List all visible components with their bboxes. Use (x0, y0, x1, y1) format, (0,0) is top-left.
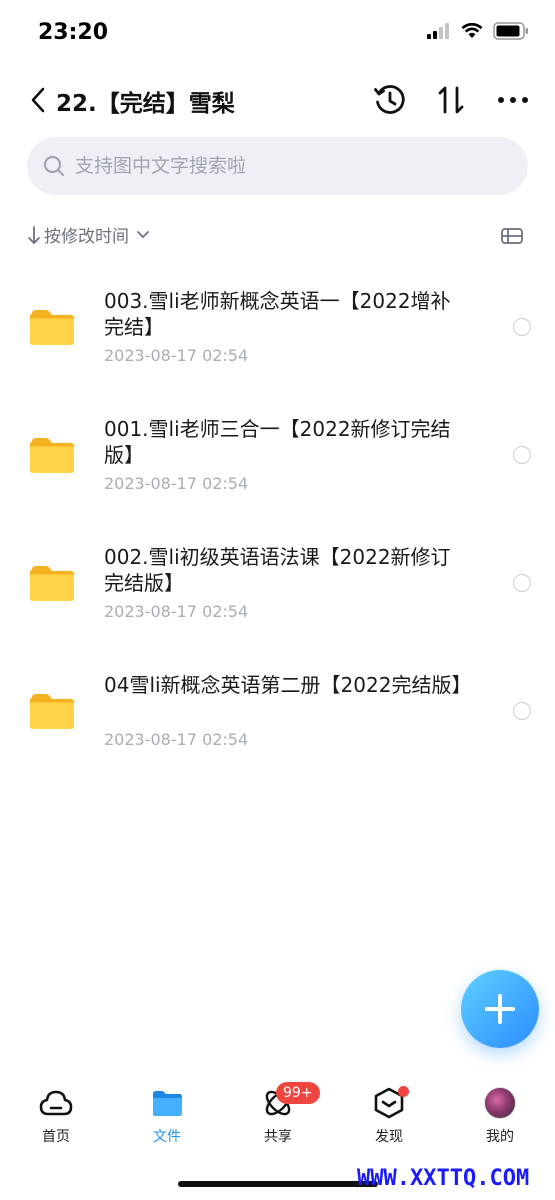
sort-dropdown[interactable]: 按修改时间 (27, 222, 151, 247)
tab-discover[interactable]: 发现 (349, 1086, 429, 1156)
select-radio[interactable] (513, 574, 531, 592)
sort-button[interactable] (431, 80, 471, 120)
avatar-icon (483, 1086, 517, 1120)
bottom-tab-bar: 首页 文件 共享 99+ 发现 我的 (0, 1078, 555, 1158)
file-name: 003.雪li老师新概念英语一【2022增补完结】 (104, 289, 451, 339)
sort-label: 按修改时间 (44, 227, 129, 247)
signal-icon (427, 23, 449, 39)
tab-files[interactable]: 文件 (127, 1086, 207, 1156)
status-bar: 23:20 (0, 0, 555, 64)
tab-label: 首页 (42, 1129, 70, 1145)
avatar (484, 1087, 516, 1119)
tab-label: 文件 (153, 1129, 181, 1145)
more-button[interactable] (493, 80, 533, 120)
search-input[interactable] (75, 155, 495, 177)
file-name: 001.雪li老师三合一【2022新修订完结版】 (104, 417, 451, 467)
tab-profile[interactable]: 我的 (460, 1086, 540, 1156)
select-radio[interactable] (513, 702, 531, 720)
tab-label: 共享 (264, 1129, 292, 1145)
file-item[interactable]: 001.雪li老师三合一【2022新修订完结版】 2023-08-17 02:5… (0, 396, 555, 524)
back-button[interactable] (30, 82, 54, 118)
view-toggle-button[interactable] (500, 224, 524, 248)
file-list: 003.雪li老师新概念英语一【2022增补完结】 2023-08-17 02:… (0, 268, 555, 780)
arrow-down-icon (28, 225, 40, 244)
folder-icon (30, 438, 74, 473)
file-item[interactable]: 002.雪li初级英语语法课【2022新修订完结版】 2023-08-17 02… (0, 524, 555, 652)
search-icon (43, 155, 65, 177)
file-date: 2023-08-17 02:54 (104, 474, 249, 493)
add-button[interactable] (461, 970, 539, 1048)
battery-icon (493, 22, 528, 40)
file-date: 2023-08-17 02:54 (104, 730, 249, 749)
select-radio[interactable] (513, 318, 531, 336)
header: 22.【完结】雪梨 (0, 72, 555, 128)
status-time: 23:20 (38, 20, 109, 45)
select-radio[interactable] (513, 446, 531, 464)
wifi-icon (461, 23, 483, 38)
tab-label: 我的 (486, 1129, 514, 1145)
tab-share[interactable]: 共享 99+ (238, 1082, 320, 1156)
chevron-down-icon (137, 230, 149, 238)
sort-row: 按修改时间 (27, 222, 528, 250)
list-view-icon (501, 228, 523, 244)
history-button[interactable] (370, 80, 410, 120)
folder-icon (30, 310, 74, 345)
tab-home[interactable]: 首页 (16, 1086, 96, 1156)
file-date: 2023-08-17 02:54 (104, 602, 249, 621)
more-dots-icon (498, 97, 528, 103)
notification-badge: 99+ (276, 1082, 320, 1104)
files-folder-icon (150, 1086, 184, 1120)
file-name: 04雪li新概念英语第二册【2022完结版】 (104, 673, 472, 697)
folder-icon (30, 566, 74, 601)
search-bar[interactable] (27, 137, 528, 195)
history-icon (374, 85, 405, 114)
home-indicator (178, 1181, 378, 1187)
tab-label: 发现 (375, 1129, 403, 1145)
watermark: WWW.XXTTQ.COM (357, 1166, 530, 1191)
red-dot-indicator (398, 1086, 409, 1097)
plus-icon (485, 994, 515, 1024)
file-name: 002.雪li初级英语语法课【2022新修订完结版】 (104, 545, 451, 595)
file-date: 2023-08-17 02:54 (104, 346, 249, 365)
page-title: 22.【完结】雪梨 (56, 91, 235, 117)
file-item[interactable]: 003.雪li老师新概念英语一【2022增补完结】 2023-08-17 02:… (0, 268, 555, 396)
chevron-left-icon (31, 87, 45, 113)
file-item[interactable]: 04雪li新概念英语第二册【2022完结版】 2023-08-17 02:54 (0, 652, 555, 780)
sort-arrows-icon (438, 86, 464, 114)
home-cloud-icon (39, 1086, 73, 1120)
folder-icon (30, 694, 74, 729)
status-icons (427, 22, 529, 40)
